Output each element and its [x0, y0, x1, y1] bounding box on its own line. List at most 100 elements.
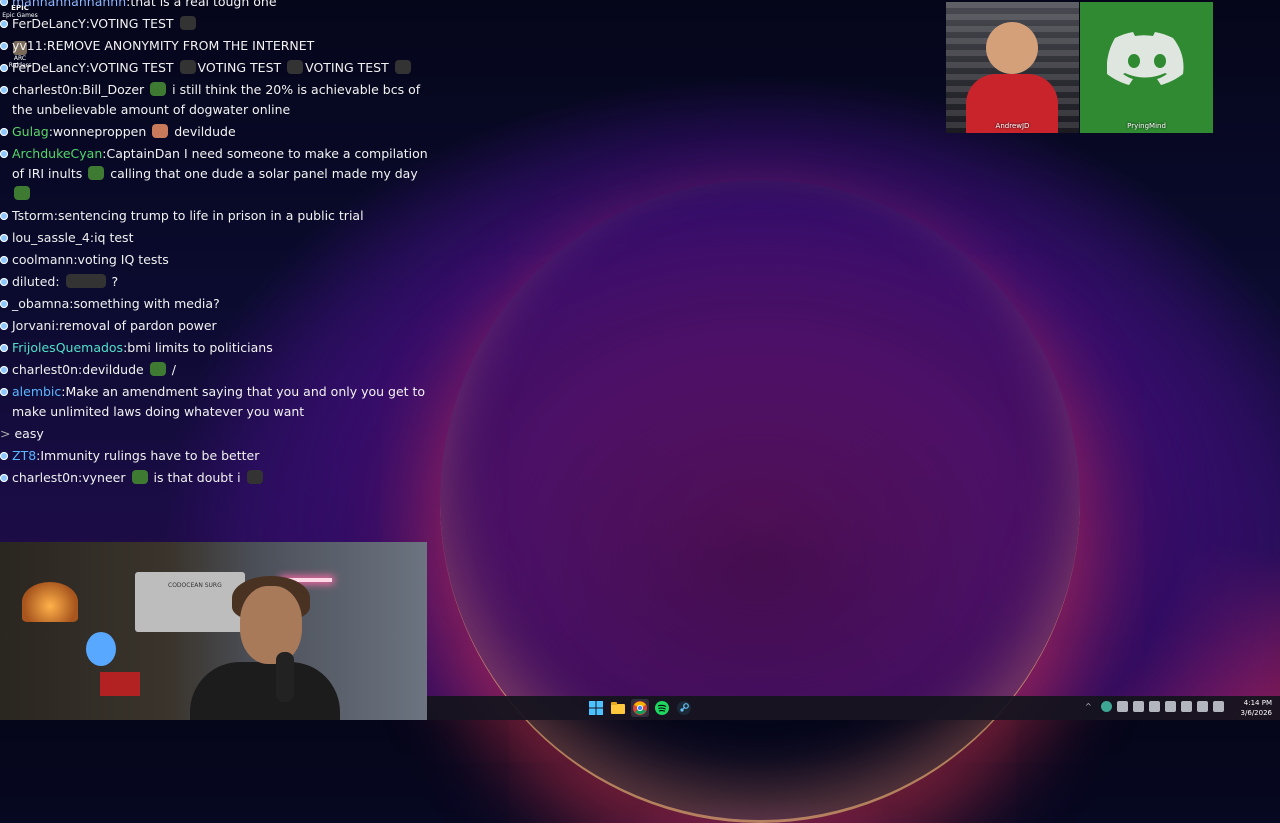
chat-reply: > easy: [0, 424, 430, 444]
chat-text: vyneer: [82, 470, 126, 485]
spotify-icon[interactable]: [653, 699, 671, 717]
chat-text: calling that one dude a solar panel made…: [110, 166, 418, 181]
taskbar-apps: [587, 699, 693, 717]
chat-message: Tstorm:sentencing trump to life in priso…: [0, 206, 430, 226]
steam-icon[interactable]: [675, 699, 693, 717]
reply-arrow-icon: >: [0, 426, 11, 441]
chat-overlay: mahnahnahnahhh:that is a real tough one …: [0, 0, 430, 490]
badge-icon: [0, 128, 8, 136]
clock-time: 4:14 PM: [1243, 699, 1272, 707]
badge-icon: [0, 0, 8, 6]
participant-tile-pryingmind[interactable]: PryingMind: [1080, 2, 1213, 133]
participant-name: PryingMind: [1127, 122, 1166, 130]
chat-text: sentencing trump to life in prison in a …: [57, 208, 364, 223]
chat-text: wonneproppen: [52, 124, 147, 139]
chat-username: FerDeLancY: [12, 60, 86, 75]
chat-username: Jorvani: [12, 318, 55, 333]
chat-username: ZT8: [12, 448, 37, 463]
file-explorer-icon[interactable]: [609, 699, 627, 717]
chrome-icon[interactable]: [631, 699, 649, 717]
chat-text: removal of pardon power: [59, 318, 217, 333]
badge-icon: [0, 150, 8, 158]
chat-text: bmi limits to politicians: [127, 340, 273, 355]
figurine: [86, 632, 116, 666]
badge-icon: [0, 256, 8, 264]
chat-text: VOTING TEST: [89, 16, 174, 31]
tray-app-icon[interactable]: [1117, 701, 1128, 712]
chat-message: diluted: ?: [0, 272, 430, 292]
pepe-emote-icon: [14, 186, 30, 200]
discord-icon: [1107, 32, 1184, 85]
chat-username: FrijolesQuemados: [12, 340, 124, 355]
tray-app-icon[interactable]: [1165, 701, 1176, 712]
microphone: [276, 652, 294, 702]
emote-icon: [179, 60, 196, 74]
tray-chevron-icon[interactable]: ^: [1085, 701, 1096, 712]
tray-app-icon[interactable]: [1149, 701, 1160, 712]
chat-text: iq test: [94, 230, 134, 245]
chat-username: FerDeLancY: [12, 16, 86, 31]
chat-username: yv11: [12, 38, 43, 53]
chat-username: charlest0n: [12, 82, 79, 97]
call-participants: AndrewJD PryingMind: [946, 2, 1213, 133]
participant-face: [986, 22, 1038, 74]
streamer-body: [190, 662, 340, 720]
chat-message: charlest0n:devildude /: [0, 360, 430, 380]
badge-icon: [0, 42, 8, 50]
chat-message: lou_sassle_4:iq test: [0, 228, 430, 248]
books: [100, 672, 140, 696]
participant-name: AndrewJD: [995, 122, 1030, 130]
badge-icon: [0, 300, 8, 308]
chat-message: ArchdukeCyan:CaptainDan I need someone t…: [0, 144, 430, 204]
chat-username: _obamna: [12, 296, 70, 311]
badge-icon: [0, 20, 8, 28]
badge-icon: [0, 278, 8, 286]
taskbar: ^ 4:14 PM 3/6/2026: [427, 696, 1280, 720]
chat-username: alembic: [12, 384, 62, 399]
tray-app-icon[interactable]: [1101, 701, 1112, 712]
chat-message: coolmann:voting IQ tests: [0, 250, 430, 270]
chat-username: mahnahnahnahhh: [12, 0, 127, 9]
chat-text: ?: [111, 274, 119, 289]
badge-icon: [0, 344, 8, 352]
wallpaper-glow: [440, 180, 1080, 823]
taskbar-clock[interactable]: 4:14 PM 3/6/2026: [1241, 698, 1272, 718]
chat-text: Make an amendment saying that you and on…: [12, 384, 426, 419]
badge-icon: [0, 212, 8, 220]
pepe-emote-icon: [131, 470, 148, 484]
lamp: [22, 582, 78, 622]
chat-username: ArchdukeCyan: [12, 146, 103, 161]
chat-message: Jorvani:removal of pardon power: [0, 316, 430, 336]
chat-username: Tstorm: [12, 208, 54, 223]
chat-message: yv11:REMOVE ANONYMITY FROM THE INTERNET: [0, 36, 430, 56]
chat-message: Gulag:wonneproppen devildude: [0, 122, 430, 142]
chat-text: Bill_Dozer: [82, 82, 145, 97]
emote-icon: [152, 124, 169, 138]
pepe-emote-icon: [88, 166, 105, 180]
tray-app-icon[interactable]: [1133, 701, 1144, 712]
chat-message: FerDeLancY:VOTING TEST VOTING TEST VOTIN…: [0, 58, 430, 78]
streamer-webcam: CODOCEAN SURG: [0, 542, 427, 720]
chat-text: easy: [14, 426, 44, 441]
volume-icon[interactable]: [1213, 701, 1224, 712]
chat-text: Immunity rulings have to be better: [40, 448, 260, 463]
emote-icon: [65, 274, 106, 288]
chat-message: ZT8:Immunity rulings have to be better: [0, 446, 430, 466]
chat-username: charlest0n: [12, 362, 79, 377]
emote-icon: [287, 60, 304, 74]
badge-icon: [0, 452, 8, 460]
badge-icon: [0, 64, 8, 72]
windows-start-icon[interactable]: [587, 699, 605, 717]
chat-text: REMOVE ANONYMITY FROM THE INTERNET: [46, 38, 315, 53]
chat-message: charlest0n:Bill_Dozer i still think the …: [0, 80, 430, 120]
badge-icon: [0, 366, 8, 374]
chat-message: _obamna:something with media?: [0, 294, 430, 314]
tray-app-icon[interactable]: [1181, 701, 1192, 712]
badge-icon: [0, 234, 8, 242]
system-tray: ^: [1085, 701, 1224, 712]
participant-tile-andrewjd[interactable]: AndrewJD: [946, 2, 1079, 133]
chat-text: something with media?: [73, 296, 220, 311]
chat-username: coolmann: [12, 252, 74, 267]
wifi-icon[interactable]: [1197, 701, 1208, 712]
chat-username: charlest0n: [12, 470, 79, 485]
